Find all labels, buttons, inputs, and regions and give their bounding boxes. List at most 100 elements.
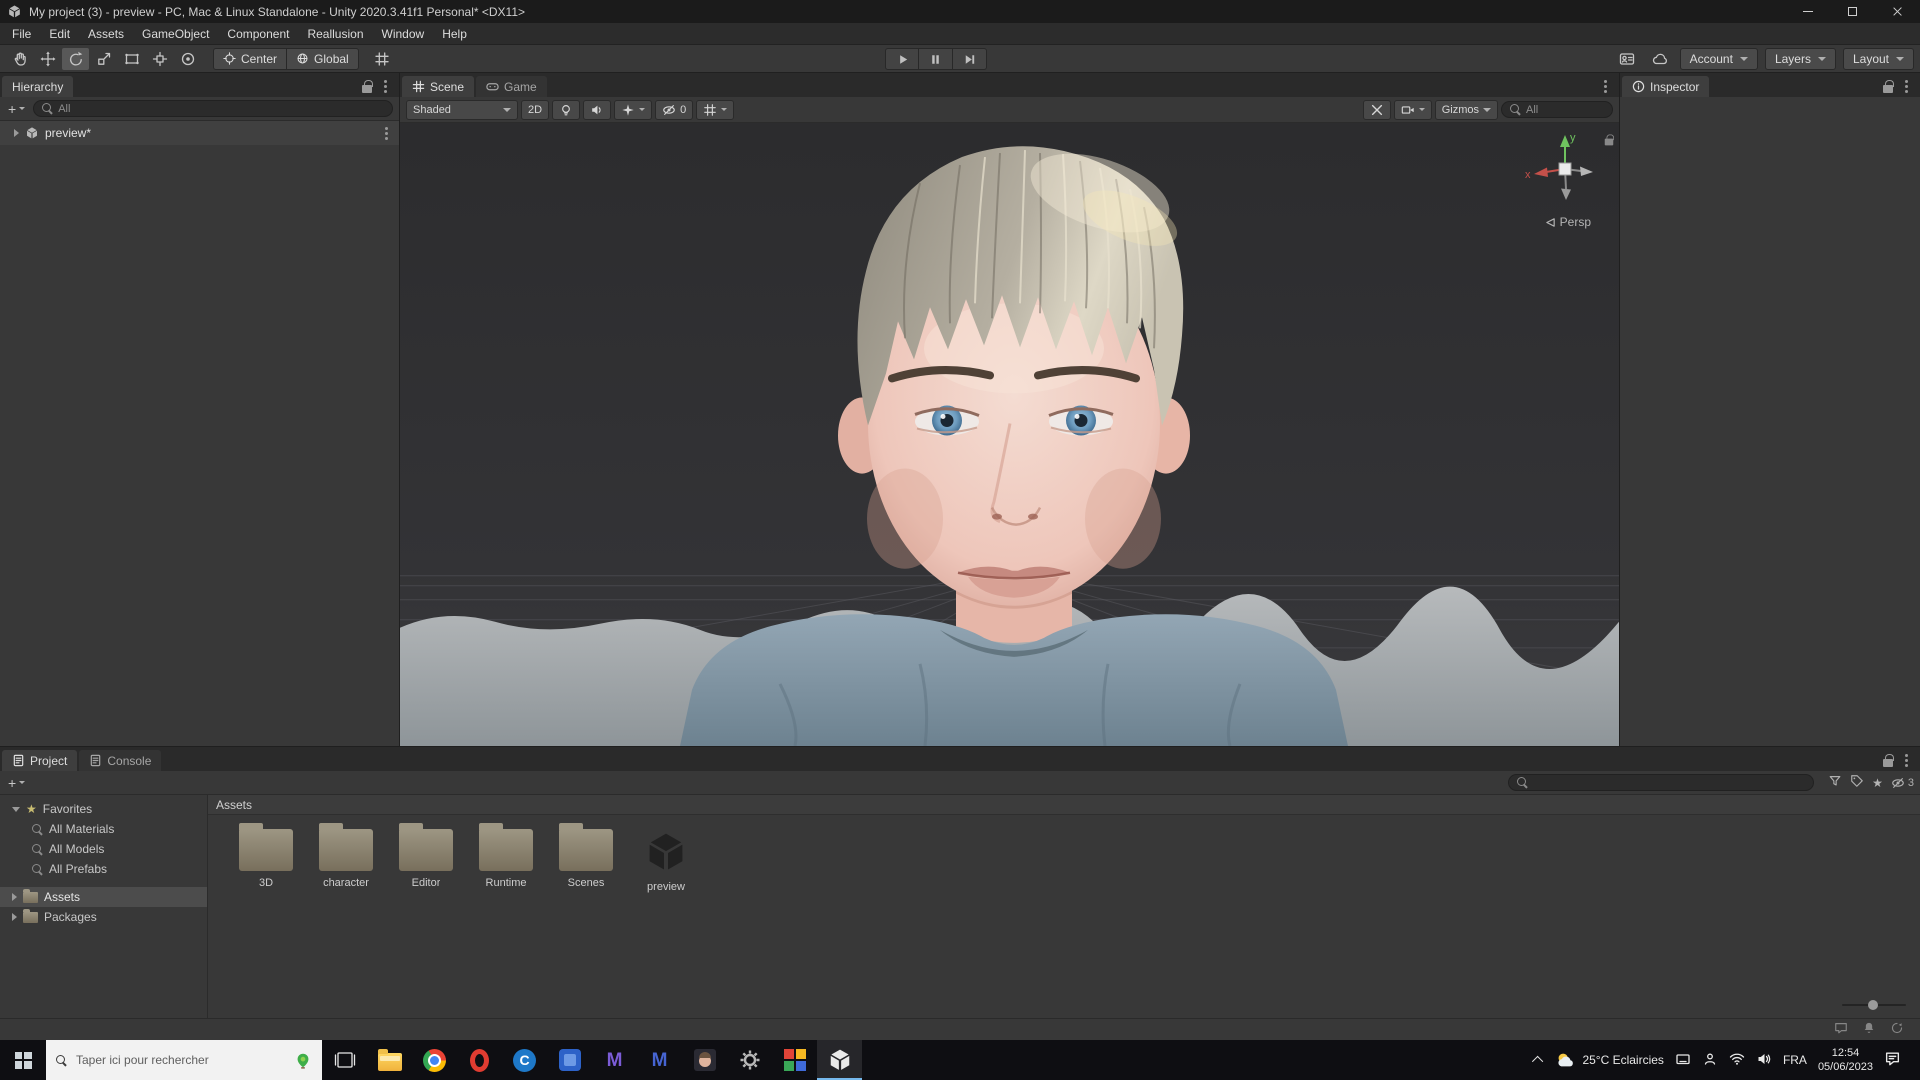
asset-folder-scenes[interactable]: Scenes — [548, 823, 624, 889]
project-folder-tree[interactable]: ★ Favorites All Materials All Models All… — [0, 795, 208, 1018]
rotate-tool[interactable] — [62, 47, 89, 70]
tab-game[interactable]: Game — [476, 76, 547, 97]
menu-file[interactable]: File — [3, 23, 40, 44]
weather-widget[interactable]: 25°C Eclaircies — [1554, 1049, 1664, 1071]
asset-scene-preview[interactable]: preview — [628, 829, 704, 893]
tray-contacts-button[interactable] — [1702, 1051, 1718, 1070]
settings-button[interactable] — [727, 1040, 772, 1080]
scene-search-field[interactable]: All — [1501, 101, 1613, 118]
custom-tool[interactable] — [174, 48, 201, 70]
tree-item-packages[interactable]: Packages — [0, 907, 207, 927]
tree-item-assets[interactable]: Assets — [0, 887, 207, 907]
axis-x-label[interactable]: x — [1525, 169, 1531, 181]
asset-folder-character[interactable]: character — [308, 823, 384, 889]
scene-audio-toggle[interactable] — [583, 99, 612, 120]
tool-settings-button[interactable] — [1362, 99, 1391, 120]
slider-thumb[interactable] — [1868, 1000, 1878, 1010]
file-explorer-button[interactable] — [367, 1040, 412, 1080]
taskbar-search-input[interactable] — [76, 1053, 285, 1067]
layers-dropdown[interactable]: Layers — [1764, 47, 1836, 70]
pause-button[interactable] — [919, 48, 953, 70]
tab-scene[interactable]: Scene — [402, 76, 475, 97]
tray-expand-button[interactable] — [1532, 1053, 1544, 1068]
start-button[interactable] — [0, 1040, 46, 1080]
tray-tablet-button[interactable] — [1675, 1051, 1691, 1070]
pivot-toggle-button[interactable]: Center — [213, 47, 288, 70]
asset-grid[interactable]: 3D character Editor Runtime Scenes previ… — [208, 815, 1920, 1018]
asset-folder-3d[interactable]: 3D — [228, 823, 304, 889]
tray-volume-button[interactable] — [1756, 1051, 1772, 1070]
close-button[interactable] — [1875, 0, 1920, 23]
tray-network-button[interactable] — [1729, 1051, 1745, 1070]
tree-item-all-prefabs[interactable]: All Prefabs — [0, 859, 207, 879]
unity-taskbar-button[interactable] — [817, 1040, 862, 1080]
lock-icon[interactable] — [362, 79, 373, 93]
status-console-button[interactable] — [1834, 1021, 1848, 1038]
language-indicator[interactable]: FRA — [1783, 1053, 1807, 1067]
menu-assets[interactable]: Assets — [79, 23, 133, 44]
tab-inspector[interactable]: Inspector — [1622, 76, 1710, 97]
chrome-button[interactable] — [412, 1040, 457, 1080]
create-asset-button[interactable]: + — [6, 775, 27, 791]
task-view-button[interactable] — [322, 1040, 367, 1080]
app-button-grid[interactable] — [772, 1040, 817, 1080]
tree-item-favorites[interactable]: ★ Favorites — [0, 799, 207, 819]
scene-viewport[interactable]: y x Persp — [400, 123, 1619, 746]
create-object-button[interactable]: + — [6, 101, 27, 117]
hierarchy-tree[interactable]: preview* — [0, 121, 399, 746]
tab-hierarchy[interactable]: Hierarchy — [2, 76, 74, 97]
scene-lighting-toggle[interactable] — [552, 99, 581, 120]
gizmos-dropdown[interactable]: Gizmos — [1434, 99, 1498, 120]
axis-y-label[interactable]: y — [1570, 132, 1576, 144]
foldout-arrow-icon[interactable] — [12, 913, 17, 921]
favorite-search-button[interactable]: ★ — [1872, 776, 1883, 790]
transform-tool[interactable] — [146, 48, 173, 70]
panel-menu-icon[interactable] — [1899, 79, 1913, 93]
grid-snapping-button[interactable] — [369, 48, 395, 70]
menu-edit[interactable]: Edit — [40, 23, 79, 44]
tab-project[interactable]: Project — [2, 750, 78, 771]
search-by-type-button[interactable] — [1828, 774, 1842, 791]
scale-tool[interactable] — [90, 48, 117, 70]
minimize-button[interactable] — [1785, 0, 1830, 23]
menu-reallusion[interactable]: Reallusion — [298, 23, 372, 44]
search-highlight-plant-icon[interactable] — [294, 1051, 312, 1069]
grid-visibility-dropdown[interactable] — [696, 99, 735, 120]
project-search-field[interactable] — [1508, 774, 1815, 791]
lock-icon[interactable] — [1604, 134, 1614, 146]
view-hand-tool[interactable] — [6, 48, 33, 70]
tab-console[interactable]: Console — [79, 750, 162, 771]
opera-button[interactable] — [457, 1040, 502, 1080]
menu-component[interactable]: Component — [218, 23, 298, 44]
app-button-m-blue[interactable]: M — [637, 1040, 682, 1080]
scene-visibility-toggle[interactable]: 0 — [655, 99, 694, 120]
hierarchy-item-preview-scene[interactable]: preview* — [0, 121, 399, 145]
app-button-c[interactable]: C — [502, 1040, 547, 1080]
asset-folder-runtime[interactable]: Runtime — [468, 823, 544, 889]
camera-settings-dropdown[interactable] — [1393, 99, 1432, 120]
foldout-arrow-icon[interactable] — [12, 893, 17, 901]
space-toggle-button[interactable]: Global — [287, 47, 359, 70]
2d-toggle[interactable]: 2D — [521, 99, 550, 120]
tree-item-all-materials[interactable]: All Materials — [0, 819, 207, 839]
menu-gameobject[interactable]: GameObject — [133, 23, 218, 44]
move-tool[interactable] — [34, 48, 61, 70]
play-button[interactable] — [885, 48, 919, 70]
rect-tool[interactable] — [118, 48, 145, 70]
hierarchy-search-field[interactable]: All — [33, 100, 393, 117]
scene-effects-dropdown[interactable] — [614, 99, 653, 120]
collab-button[interactable] — [1614, 48, 1640, 70]
account-dropdown[interactable]: Account — [1679, 47, 1758, 70]
step-button[interactable] — [953, 48, 987, 70]
foldout-open-icon[interactable] — [12, 806, 20, 812]
panel-menu-icon[interactable] — [378, 79, 392, 93]
app-button-m-purple[interactable]: M — [592, 1040, 637, 1080]
taskbar-search[interactable] — [46, 1040, 322, 1080]
menu-window[interactable]: Window — [373, 23, 434, 44]
action-center-button[interactable] — [1884, 1050, 1901, 1070]
foldout-arrow-icon[interactable] — [14, 129, 19, 137]
scene-3d-render[interactable] — [400, 123, 1619, 746]
scene-orientation-gizmo[interactable]: y x — [1523, 129, 1607, 213]
app-button-blue-tile[interactable] — [547, 1040, 592, 1080]
asset-zoom-slider[interactable] — [1842, 1000, 1906, 1010]
